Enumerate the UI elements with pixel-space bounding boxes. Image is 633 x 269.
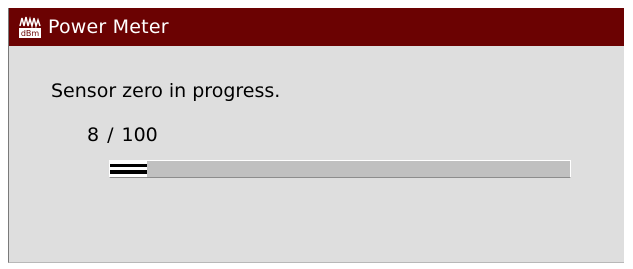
progress-total: 100: [121, 124, 158, 146]
window-title: Power Meter: [48, 16, 169, 38]
title-bar[interactable]: dBm Power Meter: [9, 8, 624, 46]
status-message: Sensor zero in progress.: [51, 80, 281, 102]
progress-current: 8: [87, 124, 100, 146]
progress-bar-fill: [110, 161, 147, 177]
svg-text:dBm: dBm: [21, 29, 40, 38]
progress-separator: /: [107, 124, 114, 146]
progress-counter: 8 / 100: [87, 124, 158, 146]
progress-bar: [109, 160, 571, 178]
power-meter-dbm-icon: dBm: [17, 14, 43, 40]
power-meter-window: dBm Power Meter Sensor zero in progress.…: [8, 8, 624, 263]
